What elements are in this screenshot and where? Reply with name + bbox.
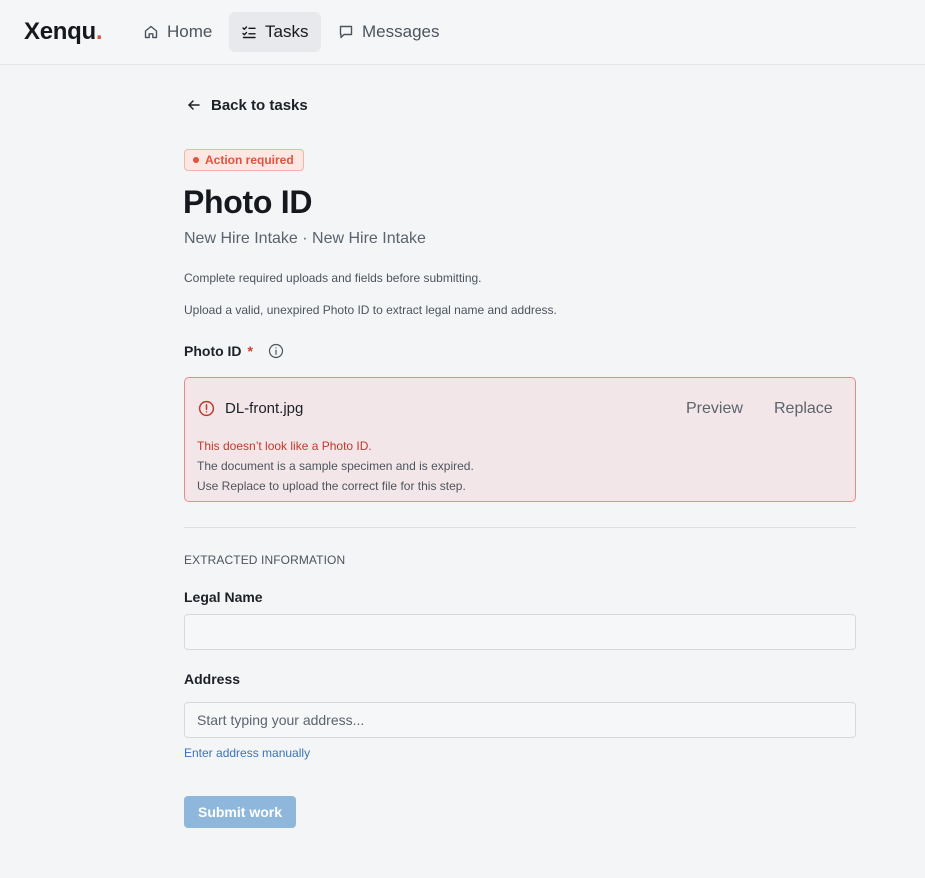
nav-item-label: Home: [167, 22, 213, 41]
preview-button[interactable]: Preview: [686, 400, 743, 418]
replace-button[interactable]: Replace: [774, 400, 833, 418]
legal-name-label: Legal Name: [184, 589, 263, 605]
status-dot-icon: [193, 157, 199, 163]
page-title: Photo ID: [183, 184, 313, 220]
extracted-info-heading: EXTRACTED INFORMATION: [184, 553, 346, 567]
nav-item-home[interactable]: Home: [131, 12, 224, 52]
nav-item-messages[interactable]: Messages: [326, 12, 451, 52]
photo-id-label: Photo ID *: [184, 343, 284, 359]
back-to-tasks-link[interactable]: Back to tasks: [186, 94, 308, 116]
nav-item-label: Messages: [362, 22, 440, 41]
nav-item-tasks[interactable]: Tasks: [229, 12, 321, 52]
submit-work-button[interactable]: Submit work: [184, 796, 296, 828]
address-label: Address: [184, 671, 241, 687]
logo-dot: .: [95, 18, 103, 45]
checklist-icon: [242, 26, 256, 39]
nav-item-label: Tasks: [265, 22, 309, 41]
status-badge-label: Action required: [205, 153, 294, 167]
step-instructions-text: Upload a valid, unexpired Photo ID to ex…: [184, 303, 557, 317]
photo-id-upload-error-card: DL-front.jpg Preview Replace This doesn’…: [184, 377, 856, 502]
page-subtitle: New Hire Intake · New Hire Intake: [184, 230, 426, 247]
photo-id-label-text: Photo ID: [184, 343, 242, 359]
error-detail: The document is a sample specimen and is…: [197, 459, 474, 473]
enter-address-manually-link[interactable]: Enter address manually: [184, 746, 310, 760]
error-title: This doesn’t look like a Photo ID.: [197, 439, 372, 453]
uploaded-file-name: DL-front.jpg: [225, 400, 304, 417]
legal-name-input[interactable]: [184, 614, 856, 650]
info-icon[interactable]: [268, 343, 284, 359]
instructions-text: Complete required uploads and fields bef…: [184, 271, 482, 285]
required-marker: *: [247, 343, 253, 359]
back-link-label: Back to tasks: [211, 96, 308, 114]
chat-bubble-icon: [339, 25, 353, 39]
top-nav-bar: Xenqu. Home Tasks Messages: [0, 0, 925, 65]
arrow-left-icon: [188, 100, 200, 110]
logo-text: Xenqu: [24, 18, 96, 45]
section-divider: [184, 527, 856, 528]
address-input[interactable]: [184, 702, 856, 738]
error-hint: Use Replace to upload the correct file f…: [197, 479, 466, 493]
status-badge: Action required: [184, 149, 304, 171]
error-icon: [198, 400, 215, 417]
app-logo[interactable]: Xenqu.: [24, 18, 103, 46]
home-icon: [144, 25, 158, 39]
